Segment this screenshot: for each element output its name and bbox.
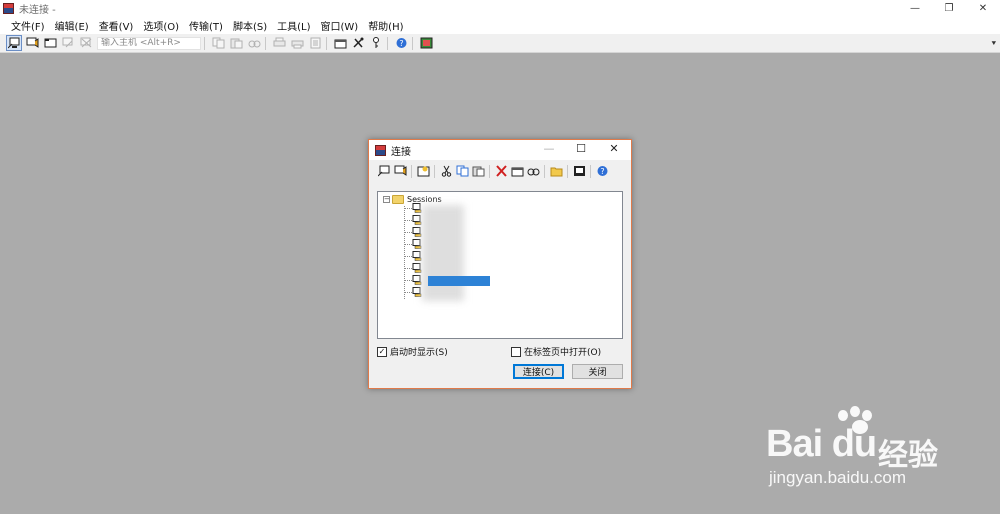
dialog-maximize-button[interactable]: ☐ [573, 142, 589, 155]
show-on-startup-checkbox[interactable]: ✓ [377, 346, 387, 357]
show-on-startup-label: 启动时显示(S) [390, 348, 448, 358]
copy-icon[interactable] [455, 164, 470, 179]
watermark-logo: Bai du [766, 423, 877, 465]
paste-icon[interactable] [471, 164, 486, 179]
new-session-icon[interactable] [416, 164, 431, 179]
session-item[interactable] [404, 263, 423, 273]
disconnect-icon[interactable] [78, 35, 94, 51]
cut-icon[interactable] [439, 164, 454, 179]
watermark-url: jingyan.baidu.com [769, 468, 907, 487]
paste-icon[interactable] [228, 35, 244, 51]
toolbar-separator [544, 164, 545, 178]
menu-window[interactable]: 窗口(W) [315, 18, 363, 33]
reconnect-icon[interactable] [60, 35, 76, 51]
svg-text:?: ? [399, 39, 403, 48]
menu-tools[interactable]: 工具(L) [272, 18, 315, 33]
help-icon[interactable]: ? [595, 164, 610, 179]
toolbar-separator [567, 164, 568, 178]
collapse-icon[interactable]: − [383, 196, 390, 203]
properties-icon[interactable] [510, 164, 525, 179]
toolbar-separator [326, 36, 327, 50]
window-title: 未连接 - [19, 5, 56, 16]
menu-edit[interactable]: 编辑(E) [50, 18, 94, 33]
restore-button[interactable]: ❐ [932, 0, 966, 17]
dialog-app-icon [375, 144, 386, 156]
dialog-title-bar: 连接 — ☐ ✕ [369, 140, 631, 160]
log-icon[interactable] [307, 35, 323, 51]
menu-script[interactable]: 脚本(S) [228, 18, 272, 33]
help-icon[interactable]: ? [393, 35, 409, 51]
selected-session-highlight[interactable] [428, 276, 490, 286]
close-dialog-button[interactable]: 关闭 [572, 364, 623, 379]
find-icon[interactable] [526, 164, 541, 179]
connect-icon[interactable] [6, 35, 22, 51]
main-toolbar: ? ⯆ [0, 34, 1000, 53]
menu-options[interactable]: 选项(O) [138, 18, 184, 33]
menu-view[interactable]: 查看(V) [94, 18, 139, 33]
close-button[interactable]: ✕ [966, 0, 1000, 17]
toolbar-separator [590, 164, 591, 178]
toolbar-separator [411, 164, 412, 178]
quick-connect-icon[interactable] [24, 35, 40, 51]
dialog-close-button[interactable]: ✕ [606, 142, 622, 155]
open-in-tab-label: 在标签页中打开(O) [524, 348, 602, 358]
quick-connect-input[interactable] [97, 36, 201, 50]
title-bar: 未连接 - — ❐ ✕ [0, 0, 1000, 17]
session-item[interactable] [404, 215, 423, 225]
quick-connect-icon[interactable] [377, 164, 392, 179]
copy-icon[interactable] [210, 35, 226, 51]
session-item-selected[interactable] [404, 275, 423, 285]
redacted-session-names [422, 205, 464, 301]
session-options-icon[interactable] [332, 35, 348, 51]
connect-dialog: 连接 — ☐ ✕ ? − Sessions ✓ 启动时显示(S) 在标签页中打开… [368, 139, 632, 389]
folder-icon [392, 195, 404, 204]
minimize-button[interactable]: — [898, 0, 932, 17]
toolbar-overflow-icon[interactable]: ⯆ [991, 39, 997, 49]
menu-transfer[interactable]: 传输(T) [184, 18, 228, 33]
menu-file[interactable]: 文件(F) [6, 18, 50, 33]
dialog-toolbar: ? [376, 163, 610, 179]
delete-icon[interactable] [494, 164, 509, 179]
connect-in-tab-icon[interactable] [42, 35, 58, 51]
sftp-icon[interactable] [418, 35, 434, 51]
dialog-title: 连接 [391, 146, 411, 158]
app-icon [3, 3, 14, 14]
session-item[interactable] [404, 239, 423, 249]
open-in-tab-option[interactable]: 在标签页中打开(O) [511, 345, 601, 358]
baidu-watermark: Bai du 经验 jingyan.baidu.com [766, 406, 986, 498]
connect-in-tab-icon[interactable] [393, 164, 408, 179]
connect-button[interactable]: 连接(C) [513, 364, 564, 379]
keymap-icon[interactable] [368, 35, 384, 51]
toolbar-separator [412, 36, 413, 50]
toolbar-separator [265, 36, 266, 50]
session-item[interactable] [404, 203, 423, 213]
session-tree[interactable]: − Sessions [377, 191, 623, 339]
toolbar-separator [489, 164, 490, 178]
global-options-icon[interactable] [350, 35, 366, 51]
desktop-shortcut-icon[interactable] [572, 164, 587, 179]
session-item[interactable] [404, 227, 423, 237]
session-item[interactable] [404, 251, 423, 261]
menu-bar: 文件(F) 编辑(E) 查看(V) 选项(O) 传输(T) 脚本(S) 工具(L… [0, 17, 1000, 34]
svg-text:?: ? [600, 167, 604, 176]
session-item[interactable] [404, 287, 423, 297]
find-icon[interactable] [246, 35, 262, 51]
show-on-startup-option[interactable]: ✓ 启动时显示(S) [377, 345, 448, 358]
new-folder-icon[interactable] [549, 164, 564, 179]
toolbar-separator [204, 36, 205, 50]
toolbar-separator [434, 164, 435, 178]
print-setup-icon[interactable] [289, 35, 305, 51]
toolbar-separator [387, 36, 388, 50]
print-icon[interactable] [271, 35, 287, 51]
open-in-tab-checkbox[interactable] [511, 346, 521, 357]
dialog-minimize-button[interactable]: — [541, 142, 557, 155]
menu-help[interactable]: 帮助(H) [363, 18, 408, 33]
